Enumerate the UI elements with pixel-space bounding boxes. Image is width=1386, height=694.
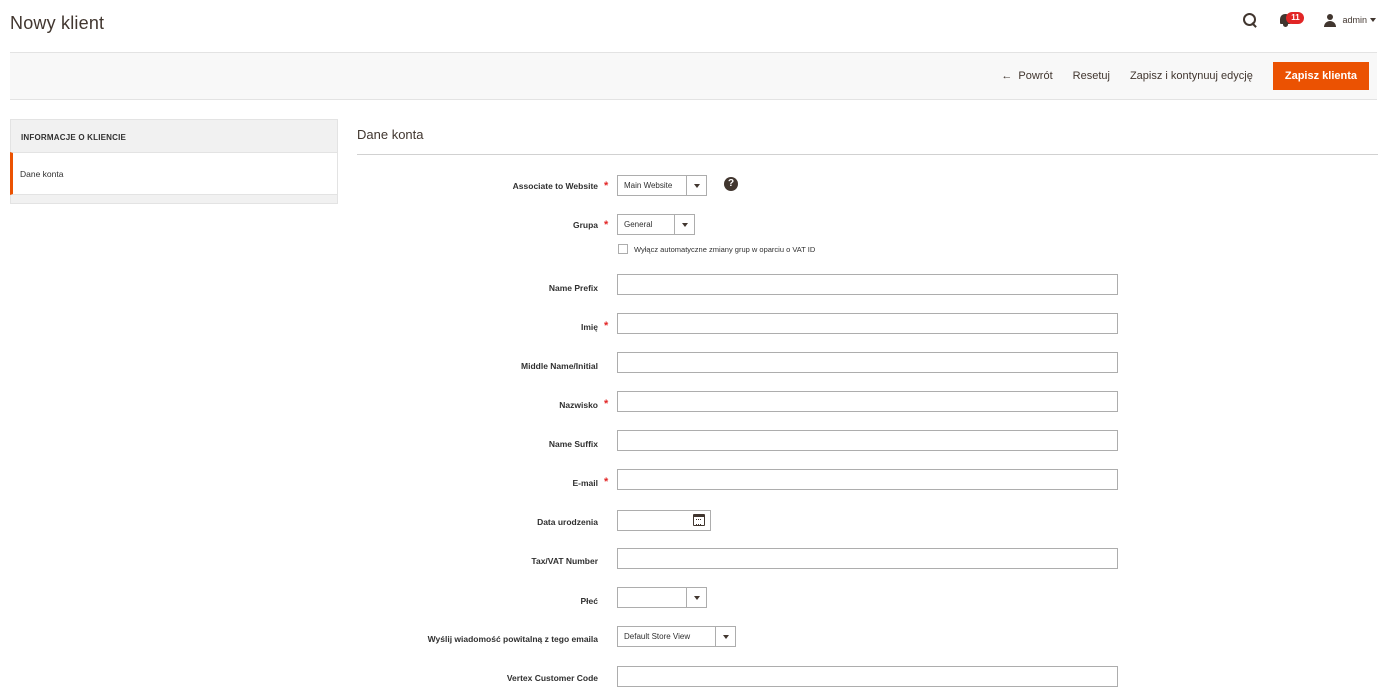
name-suffix-input[interactable] xyxy=(617,430,1118,451)
notifications-badge: 11 xyxy=(1286,12,1305,24)
group-select[interactable]: General xyxy=(617,214,695,235)
required-marker: * xyxy=(604,476,609,488)
admin-username: admin xyxy=(1342,15,1367,25)
sidebar-title: INFORMACJE O KLIENCIE xyxy=(10,119,338,152)
email-label: E-mail xyxy=(572,478,598,488)
page-header: Nowy klient 11 admin xyxy=(0,0,1386,52)
required-marker: * xyxy=(604,219,609,231)
chevron-down-icon xyxy=(686,176,706,195)
admin-user-menu[interactable]: admin xyxy=(1324,13,1376,27)
page-actions: ← Powrót Resetuj Zapisz i kontynuuj edyc… xyxy=(991,62,1369,90)
email-field[interactable] xyxy=(617,469,1118,490)
website-select-value: Main Website xyxy=(624,181,673,190)
disable-auto-group-label: Wyłącz automatyczne zmiany grup w oparci… xyxy=(634,245,816,254)
help-icon[interactable]: ? xyxy=(724,177,738,191)
chevron-down-icon xyxy=(674,215,694,234)
middle-name-input[interactable] xyxy=(617,352,1118,373)
section-divider xyxy=(357,154,1378,155)
last-name-input[interactable] xyxy=(617,391,1118,412)
taxvat-label: Tax/VAT Number xyxy=(531,556,598,566)
sendemail-store-select[interactable]: Default Store View xyxy=(617,626,736,647)
sendemail-store-value: Default Store View xyxy=(624,632,691,641)
dob-label: Data urodzenia xyxy=(537,517,598,527)
sidebar-item-account-info[interactable]: Dane konta xyxy=(10,152,338,195)
website-select[interactable]: Main Website xyxy=(617,175,707,196)
first-name-label: Imię xyxy=(580,322,598,332)
sendemail-store-label: Wyślij wiadomość powitalną z tego emaila xyxy=(427,634,598,644)
reset-button[interactable]: Resetuj xyxy=(1063,62,1120,90)
save-customer-button[interactable]: Zapisz klienta xyxy=(1272,62,1369,90)
gender-label: Płeć xyxy=(580,596,599,606)
back-button[interactable]: ← Powrót xyxy=(991,62,1062,90)
search-icon[interactable] xyxy=(1242,12,1258,28)
group-select-value: General xyxy=(624,220,653,229)
name-prefix-input[interactable] xyxy=(617,274,1118,295)
vertex-code-label: Vertex Customer Code xyxy=(506,673,598,683)
taxvat-input[interactable] xyxy=(617,548,1118,569)
section-title: Dane konta xyxy=(357,127,424,142)
name-suffix-label: Name Suffix xyxy=(548,439,598,449)
chevron-down-icon xyxy=(715,627,735,646)
page-actions-bar: ← Powrót Resetuj Zapisz i kontynuuj edyc… xyxy=(10,52,1377,100)
group-label: Grupa xyxy=(572,220,598,230)
chevron-down-icon xyxy=(1370,18,1376,22)
arrow-left-icon: ← xyxy=(1001,70,1013,82)
required-marker: * xyxy=(604,320,609,332)
required-marker: * xyxy=(604,398,609,410)
middle-name-label: Middle Name/Initial xyxy=(521,361,598,371)
calendar-icon[interactable] xyxy=(693,514,705,526)
disable-auto-group-checkbox[interactable] xyxy=(618,244,628,254)
vertex-code-input[interactable] xyxy=(617,666,1118,687)
sidebar-tabs: INFORMACJE O KLIENCIE Dane konta xyxy=(10,119,338,204)
chevron-down-icon xyxy=(686,588,706,607)
user-icon xyxy=(1324,13,1337,27)
website-label: Associate to Website xyxy=(512,181,598,191)
sidebar-footer xyxy=(10,195,338,204)
notifications-button[interactable]: 11 xyxy=(1280,12,1306,28)
required-marker: * xyxy=(604,180,609,192)
gender-select[interactable] xyxy=(617,587,707,608)
header-actions: 11 admin xyxy=(1242,12,1376,28)
last-name-label: Nazwisko xyxy=(559,400,598,410)
name-prefix-label: Name Prefix xyxy=(548,283,598,293)
first-name-input[interactable] xyxy=(617,313,1118,334)
save-and-continue-button[interactable]: Zapisz i kontynuuj edycję xyxy=(1120,62,1263,90)
back-button-label: Powrót xyxy=(1018,70,1053,82)
page-title: Nowy klient xyxy=(10,13,105,33)
